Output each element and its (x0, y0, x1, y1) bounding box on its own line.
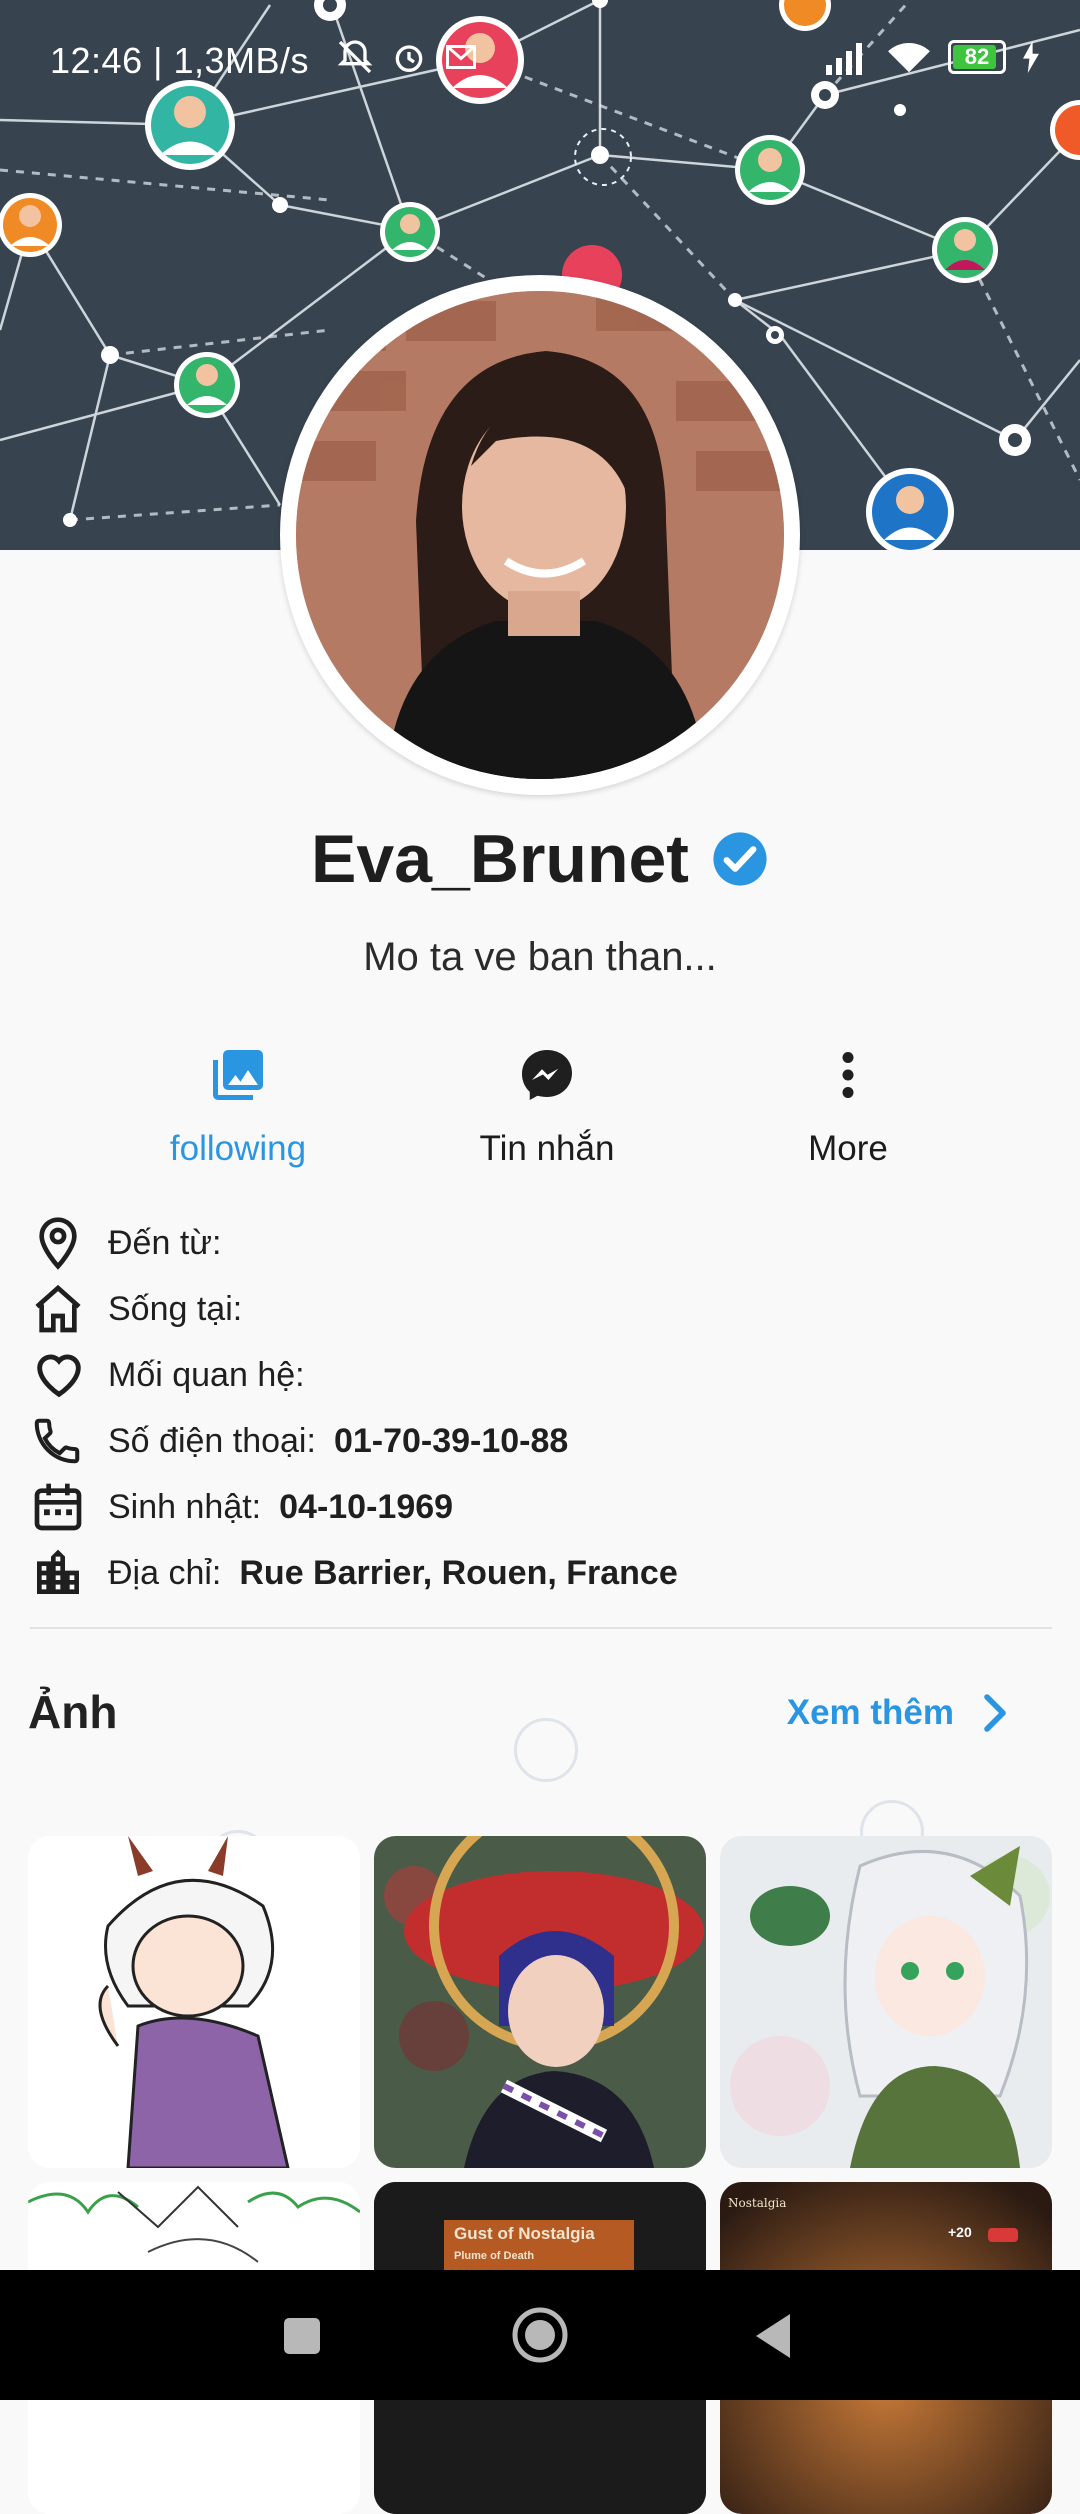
chevron-right-icon (984, 1694, 1006, 1732)
photo-tile[interactable] (28, 1836, 360, 2168)
profile-name-row: Eva_Brunet (0, 820, 1080, 898)
home-icon (35, 1284, 81, 1333)
alarm-icon (395, 45, 423, 72)
info-from: Đến từ: (30, 1210, 1050, 1276)
status-time: 12:46 | 1,3MB/s (50, 40, 309, 81)
home-button[interactable] (511, 2306, 569, 2369)
signal-icon (826, 43, 862, 75)
message-label: Tin nhắn (479, 1129, 615, 1168)
square-icon (284, 2318, 320, 2354)
divider (30, 1627, 1052, 1629)
back-triangle-icon (756, 2314, 790, 2358)
card-tag: Nostalgia (728, 2196, 787, 2210)
info-birthday-label: Sinh nhật: (108, 1487, 262, 1526)
following-label: following (169, 1129, 307, 1168)
wifi-icon (888, 42, 930, 73)
card-level: +20 (948, 2224, 972, 2240)
photos-section-title: Ảnh (28, 1686, 118, 1738)
calendar-icon (34, 1483, 82, 1531)
info-relationship-label: Mối quan hệ: (108, 1355, 305, 1394)
loading-indicator (514, 1718, 578, 1782)
info-birthday-value: 04-10-1969 (279, 1487, 454, 1526)
photo-tile[interactable] (720, 1836, 1052, 2168)
info-lives-label: Sống tại: (108, 1289, 243, 1328)
anime-green-hair-girl-photo (720, 1836, 1052, 2168)
info-phone: Số điện thoại: 01-70-39-10-88 (30, 1408, 1050, 1474)
profile-name: Eva_Brunet (311, 821, 689, 897)
card-title: Gust of Nostalgia (454, 2224, 595, 2243)
location-pin-icon (39, 1217, 77, 1270)
profile-info-list: Đến từ: Sống tại: Mối quan hệ: Số điện t… (30, 1210, 1050, 1606)
status-bar: 12:46 | 1,3MB/s 82 (0, 0, 1080, 120)
info-from-label: Đến từ: (108, 1223, 222, 1262)
heart-icon (37, 1354, 81, 1398)
home-circle-icon (512, 2307, 568, 2363)
city-icon (37, 1549, 79, 1594)
phone-icon (34, 1418, 80, 1464)
more-vertical-icon (842, 1052, 854, 1098)
info-address: Địa chỉ: Rue Barrier, Rouen, France (30, 1540, 1050, 1606)
photo-library-icon (213, 1050, 263, 1100)
see-more-button[interactable]: Xem thêm (787, 1693, 1010, 1733)
gmail-icon (446, 45, 476, 69)
battery-icon: 82 (948, 40, 1006, 74)
status-icons-left (335, 37, 479, 77)
battery-level: 82 (964, 44, 990, 69)
card-subtitle: Plume of Death (454, 2250, 535, 2262)
system-navigation-bar (0, 2270, 1080, 2400)
info-address-value: Rue Barrier, Rouen, France (239, 1553, 678, 1592)
info-phone-value[interactable]: 01-70-39-10-88 (334, 1422, 568, 1461)
info-phone-label: Số điện thoại: (108, 1421, 316, 1460)
messenger-icon (522, 1050, 572, 1100)
verified-badge-icon (713, 832, 767, 886)
avatar-photo (296, 291, 784, 779)
message-button[interactable]: Tin nhắn (417, 1035, 677, 1169)
more-label: More (808, 1129, 888, 1168)
status-icons-right: 82 (824, 38, 1040, 76)
cosplay-scaramouche-photo (374, 1836, 706, 2168)
bell-off-icon (337, 40, 373, 74)
anime-horned-character-photo (28, 1836, 360, 2168)
info-address-label: Địa chỉ: (108, 1553, 222, 1592)
more-button[interactable]: More (718, 1035, 978, 1169)
info-birthday: Sinh nhật: 04-10-1969 (30, 1474, 1050, 1540)
profile-actions: following Tin nhắn More (0, 1035, 1080, 1185)
profile-bio: Mo ta ve ban than... (363, 935, 717, 979)
photo-tile[interactable] (374, 1836, 706, 2168)
profile-avatar-frame (280, 275, 800, 795)
avatar[interactable] (296, 291, 784, 779)
charging-icon (1023, 41, 1039, 73)
recents-button[interactable] (282, 2316, 322, 2361)
back-button[interactable] (752, 2312, 794, 2365)
see-more-label: Xem thêm (786, 1693, 954, 1732)
info-relationship: Mối quan hệ: (30, 1342, 1050, 1408)
following-button[interactable]: following (108, 1035, 368, 1169)
info-lives: Sống tại: (30, 1276, 1050, 1342)
